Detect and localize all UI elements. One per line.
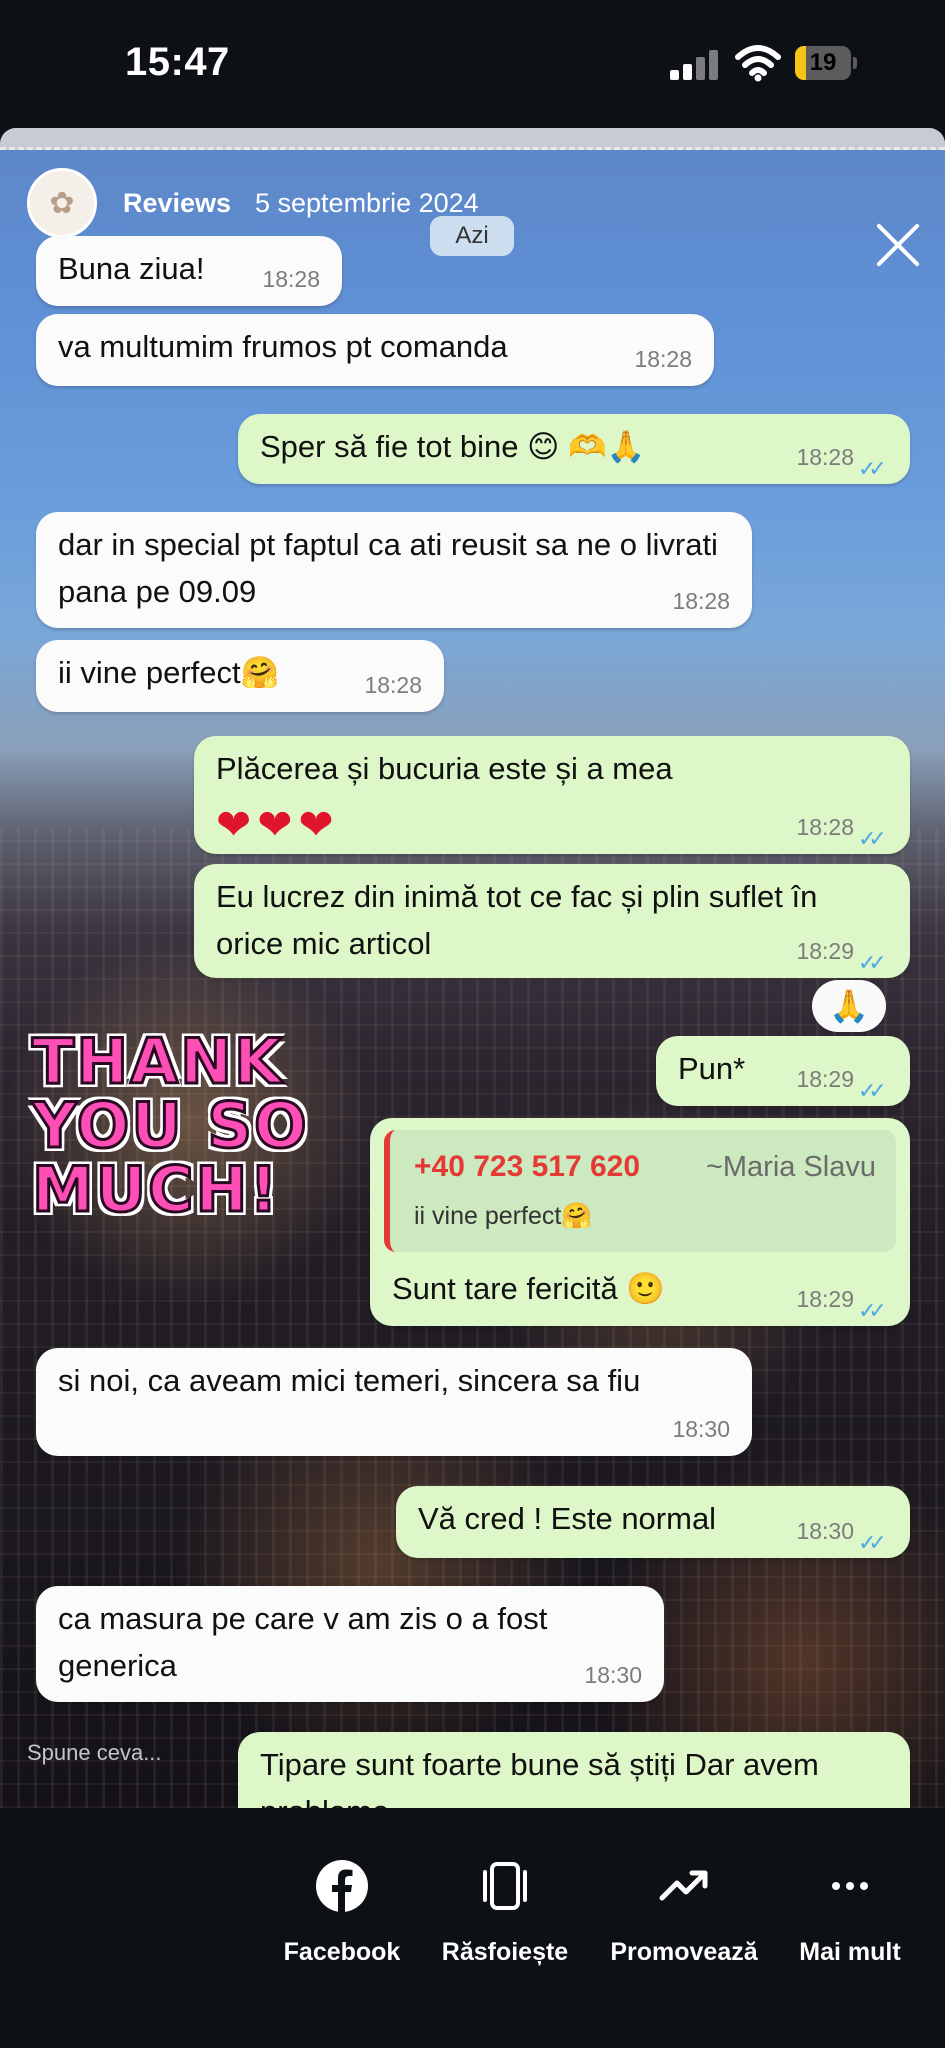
message-time: 18:29 bbox=[796, 1285, 854, 1312]
browse-button[interactable]: Răsfoiește bbox=[415, 1858, 595, 1978]
story-date: 5 septembrie 2024 bbox=[255, 188, 479, 218]
hearts-emoji: ❤❤❤ bbox=[216, 800, 340, 848]
quoted-message[interactable]: +40 723 517 620 ~Maria Slavu ii vine per… bbox=[384, 1130, 896, 1252]
message-bubble: Tipare sunt foarte bune să știți Dar ave… bbox=[238, 1732, 910, 1808]
story-viewer[interactable]: ✿ Reviews 5 septembrie 2024 Azi Buna ziu… bbox=[0, 128, 945, 1808]
message-bubble: Pun* 18:29 ✓✓ bbox=[656, 1036, 910, 1106]
battery-level: 19 bbox=[809, 49, 837, 76]
message-text: Sper să fie tot bine 😊 🫶🙏 bbox=[260, 429, 646, 464]
quote-phone: +40 723 517 620 bbox=[414, 1150, 641, 1183]
message-text: va multumim frumos pt comanda bbox=[58, 329, 508, 364]
read-receipt-icon: ✓✓ bbox=[858, 1530, 887, 1555]
action-label: Promovează bbox=[610, 1938, 758, 1966]
message-time: 18:28 bbox=[364, 671, 422, 698]
message-time: 18:28 bbox=[796, 813, 854, 840]
message-text: Plăcerea și bucuria este și a mea bbox=[216, 751, 673, 786]
browse-cards-icon bbox=[483, 1862, 527, 1910]
message-bubble: dar in special pt faptul ca ati reusit s… bbox=[36, 512, 752, 628]
message-text: ca masura pe care v am zis o a fost gene… bbox=[58, 1601, 548, 1683]
story-progress-strip bbox=[0, 128, 945, 150]
read-receipt-icon: ✓✓ bbox=[858, 456, 887, 481]
message-time: 18:30 bbox=[672, 1415, 730, 1442]
quote-name: ~Maria Slavu bbox=[705, 1151, 876, 1183]
facebook-button[interactable]: Facebook bbox=[252, 1858, 432, 1978]
message-text: si noi, ca aveam mici temeri, sincera sa… bbox=[58, 1363, 641, 1398]
message-text: Tipare sunt foarte bune să știți Dar ave… bbox=[260, 1747, 819, 1808]
message-time: 18:30 bbox=[796, 1517, 854, 1544]
reaction-emoji[interactable]: 🙏 bbox=[812, 980, 886, 1032]
action-label: Mai mult bbox=[799, 1938, 901, 1966]
message-text: Vă cred ! Este normal bbox=[418, 1501, 717, 1536]
quote-text: ii vine perfect🤗 bbox=[414, 1202, 593, 1230]
battery-icon: 19 bbox=[795, 46, 857, 80]
message-time: 18:30 bbox=[584, 1661, 642, 1688]
message-time: 18:29 bbox=[796, 1065, 854, 1092]
close-icon[interactable] bbox=[873, 220, 923, 270]
message-time: 18:28 bbox=[634, 345, 692, 372]
chat-date-pill: Azi bbox=[430, 216, 514, 256]
more-button[interactable]: Mai mult bbox=[760, 1858, 940, 1978]
sticker-text: THANK YOU SO MUCH! bbox=[31, 1025, 309, 1226]
message-text: Buna ziua! bbox=[58, 251, 205, 286]
message-bubble: ii vine perfect🤗 18:28 bbox=[36, 640, 444, 712]
message-bubble: Eu lucrez din inimă tot ce fac și plin s… bbox=[194, 864, 910, 978]
message-text: Sunt tare fericită 🙂 bbox=[392, 1271, 665, 1306]
message-time: 18:28 bbox=[262, 265, 320, 292]
trending-up-icon bbox=[659, 1870, 708, 1901]
message-text: Pun* bbox=[678, 1051, 746, 1086]
cellular-signal-icon bbox=[670, 48, 720, 80]
brand-logo-icon[interactable]: ✿ bbox=[27, 168, 97, 238]
message-time: 18:28 bbox=[672, 587, 730, 614]
facebook-icon bbox=[316, 1860, 368, 1914]
message-bubble: Sper să fie tot bine 😊 🫶🙏 18:28 ✓✓ bbox=[238, 414, 910, 484]
bottom-action-bar: Facebook Răsfoiește Promovează Mai mult bbox=[0, 1808, 945, 2048]
thank-you-sticker: THANK YOU SO MUCH! bbox=[31, 1025, 314, 1240]
read-receipt-icon: ✓✓ bbox=[858, 950, 887, 975]
message-text: dar in special pt faptul ca ati reusit s… bbox=[58, 527, 718, 609]
message-bubble: Plăcerea și bucuria este și a mea ❤❤❤ 18… bbox=[194, 736, 910, 854]
message-bubble: si noi, ca aveam mici temeri, sincera sa… bbox=[36, 1348, 752, 1456]
message-bubble: va multumim frumos pt comanda 18:28 bbox=[36, 314, 714, 386]
message-time: 18:29 bbox=[796, 937, 854, 964]
message-bubble: ca masura pe care v am zis o a fost gene… bbox=[36, 1586, 664, 1702]
message-bubble: +40 723 517 620 ~Maria Slavu ii vine per… bbox=[370, 1118, 910, 1326]
reply-input[interactable]: Spune ceva... bbox=[27, 1740, 162, 1766]
message-time: 18:28 bbox=[796, 443, 854, 470]
action-label: Facebook bbox=[283, 1938, 401, 1966]
status-time: 15:47 bbox=[125, 40, 230, 84]
message-text: Eu lucrez din inimă tot ce fac și plin s… bbox=[216, 879, 818, 961]
read-receipt-icon: ✓✓ bbox=[858, 1078, 887, 1103]
more-dots-icon bbox=[832, 1882, 868, 1890]
promote-button[interactable]: Promovează bbox=[594, 1858, 774, 1978]
story-account-name[interactable]: Reviews bbox=[123, 188, 231, 219]
message-text: ii vine perfect🤗 bbox=[58, 655, 280, 690]
message-bubble: Vă cred ! Este normal 18:30 ✓✓ bbox=[396, 1486, 910, 1558]
status-bar: 15:47 19 bbox=[0, 0, 945, 128]
message-bubble: Buna ziua! 18:28 bbox=[36, 236, 342, 306]
wifi-icon bbox=[735, 45, 781, 82]
action-label: Răsfoiește bbox=[441, 1938, 569, 1966]
read-receipt-icon: ✓✓ bbox=[858, 826, 887, 851]
read-receipt-icon: ✓✓ bbox=[858, 1298, 887, 1323]
